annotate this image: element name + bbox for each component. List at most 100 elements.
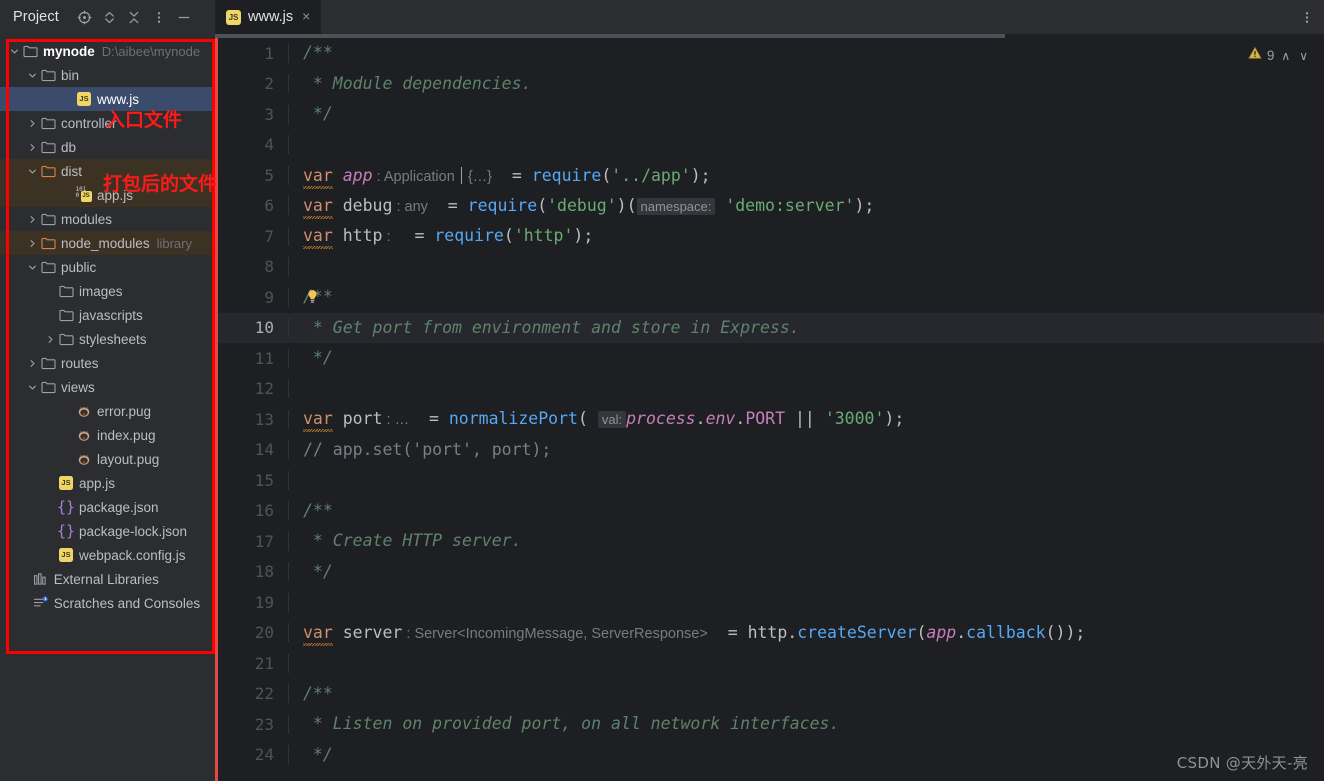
line-number[interactable]: 21 [215, 653, 289, 673]
tree-item-routes[interactable]: routes [0, 351, 215, 375]
tree-item-node-modules[interactable]: node_modules library [0, 231, 215, 255]
line-number[interactable]: 7 [215, 226, 289, 246]
line-number[interactable]: 2 [215, 74, 289, 94]
line-number[interactable]: 18 [215, 562, 289, 582]
code-editor[interactable]: 9 ∧ ∨ 1/** 2 * Module dependencies. 3 */4 5… [215, 34, 1324, 781]
tree-item-images[interactable]: images [0, 279, 215, 303]
line-number[interactable]: 13 [215, 409, 289, 429]
tree-item-modules[interactable]: modules [0, 207, 215, 231]
code-line[interactable]: 1 /** [215, 38, 1324, 69]
line-number[interactable]: 11 [215, 348, 289, 368]
chevron-down-icon[interactable] [8, 39, 21, 63]
chevron-right-icon[interactable] [26, 231, 39, 255]
code-text[interactable]: * Listen on provided port, on all networ… [289, 715, 1324, 733]
code-line[interactable]: 7 var http : = require('http'); [215, 221, 1324, 252]
chevron-down-icon[interactable] [26, 159, 39, 183]
tree-item-mynode[interactable]: mynode D:\aibee\mynode [0, 39, 215, 63]
chevron-right-icon[interactable] [26, 135, 39, 159]
tree-item-db[interactable]: db [0, 135, 215, 159]
code-line[interactable]: 22 /** [215, 679, 1324, 710]
code-text[interactable]: /** [289, 502, 1324, 520]
code-text[interactable]: */ [289, 746, 1324, 764]
tree-item-webpack-config-js[interactable]: JS webpack.config.js [0, 543, 215, 567]
line-number[interactable]: 9 [215, 287, 289, 307]
tree-item-bin[interactable]: bin [0, 63, 215, 87]
horizontal-scrollbar[interactable] [215, 34, 1324, 38]
code-text[interactable]: /** [289, 288, 1324, 306]
line-number[interactable]: 16 [215, 501, 289, 521]
code-text[interactable]: */ [289, 563, 1324, 581]
line-number[interactable]: 10 [215, 318, 289, 338]
code-line[interactable]: 23 * Listen on provided port, on all net… [215, 709, 1324, 740]
code-line[interactable]: 2 * Module dependencies. [215, 69, 1324, 100]
code-text[interactable]: * Get port from environment and store in… [289, 319, 1324, 337]
line-number[interactable]: 14 [215, 440, 289, 460]
tree-item-app-js[interactable]: JS app.js [0, 471, 215, 495]
next-problem-icon[interactable]: ∨ [1297, 49, 1310, 63]
code-text[interactable]: * Module dependencies. [289, 75, 1324, 93]
close-icon[interactable]: × [300, 7, 312, 27]
code-text[interactable]: var debug : any = require('debug')(names… [289, 197, 1324, 215]
code-text[interactable]: * Create HTTP server. [289, 532, 1324, 550]
line-number[interactable]: 22 [215, 684, 289, 704]
tree-item-package-json[interactable]: {} package.json [0, 495, 215, 519]
line-number[interactable]: 24 [215, 745, 289, 765]
tree-item-error-pug[interactable]: error.pug [0, 399, 215, 423]
line-number[interactable]: 12 [215, 379, 289, 399]
code-line[interactable]: 10 * Get port from environment and store… [215, 312, 1324, 343]
chevron-down-icon[interactable] [26, 375, 39, 399]
code-line[interactable]: 3 */ [215, 99, 1324, 130]
intention-bulb-icon[interactable] [305, 289, 320, 310]
more-vertical-icon[interactable] [1296, 6, 1318, 28]
tab-www-js[interactable]: JS www.js × [215, 0, 322, 34]
inspection-widget[interactable]: 9 ∧ ∨ [1248, 46, 1310, 65]
code-line[interactable]: 8 [215, 252, 1324, 283]
line-number[interactable]: 19 [215, 592, 289, 612]
code-text[interactable]: */ [289, 105, 1324, 123]
code-text[interactable]: /** [289, 44, 1324, 62]
locate-target-icon[interactable] [72, 5, 97, 30]
code-line[interactable]: 15 [215, 465, 1324, 496]
code-line[interactable]: 4 [215, 130, 1324, 161]
line-number[interactable]: 8 [215, 257, 289, 277]
line-number[interactable]: 5 [215, 165, 289, 185]
chevron-down-icon[interactable] [26, 255, 39, 279]
line-number[interactable]: 20 [215, 623, 289, 643]
line-number[interactable]: 17 [215, 531, 289, 551]
code-line[interactable]: 20 var server : Server<IncomingMessage, S… [215, 618, 1324, 649]
code-text[interactable]: var app : Application {…} = require('../… [289, 166, 1324, 185]
code-line[interactable]: 12 [215, 374, 1324, 405]
code-line[interactable]: 18 */ [215, 557, 1324, 588]
tree-item-controller[interactable]: controller [0, 111, 215, 135]
tree-item-public[interactable]: public [0, 255, 215, 279]
chevron-right-icon[interactable] [26, 351, 39, 375]
tree-item-app-js[interactable]: 101 0 JS app.js [0, 183, 215, 207]
code-text[interactable]: var port : … = normalizePort( val: proces… [289, 410, 1324, 428]
tree-item-external-libraries[interactable]: External Libraries [0, 567, 215, 591]
code-line[interactable]: 14 // app.set('port', port); [215, 435, 1324, 466]
tree-item-www-js[interactable]: JS www.js [0, 87, 215, 111]
line-number[interactable]: 1 [215, 43, 289, 63]
code-text[interactable]: var server : Server<IncomingMessage, Ser… [289, 624, 1324, 642]
code-line[interactable]: 24 */ [215, 740, 1324, 771]
chevron-right-icon[interactable] [26, 111, 39, 135]
minimize-icon[interactable] [172, 5, 197, 30]
code-line[interactable]: 13 var port : … = normalizePort( val: proc… [215, 404, 1324, 435]
collapse-all-icon[interactable] [122, 5, 147, 30]
line-number[interactable]: 4 [215, 135, 289, 155]
line-number[interactable]: 6 [215, 196, 289, 216]
line-number[interactable]: 3 [215, 104, 289, 124]
tree-item-javascripts[interactable]: javascripts [0, 303, 215, 327]
tree-item-dist[interactable]: dist [0, 159, 215, 183]
code-line[interactable]: 6 var debug : any = require('debug')(name… [215, 191, 1324, 222]
line-number[interactable]: 15 [215, 470, 289, 490]
code-line[interactable]: 9/** [215, 282, 1324, 313]
more-options-icon[interactable] [147, 5, 172, 30]
tree-item-layout-pug[interactable]: layout.pug [0, 447, 215, 471]
code-line[interactable]: 21 [215, 648, 1324, 679]
chevron-right-icon[interactable] [44, 327, 57, 351]
expand-collapse-icon[interactable] [97, 5, 122, 30]
code-line[interactable]: 19 [215, 587, 1324, 618]
tree-item-views[interactable]: views [0, 375, 215, 399]
tree-item-index-pug[interactable]: index.pug [0, 423, 215, 447]
